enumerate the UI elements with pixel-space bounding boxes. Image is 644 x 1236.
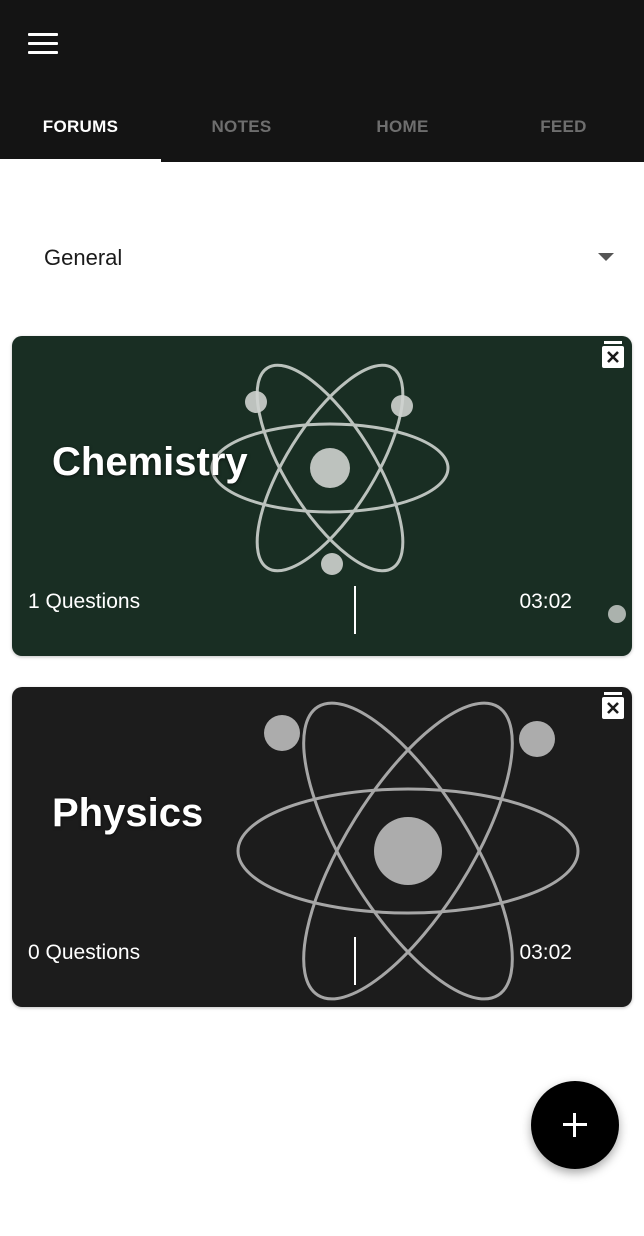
- forum-card-chemistry[interactable]: Chemistry 1 Questions 03:02: [12, 336, 632, 656]
- delete-icon[interactable]: [600, 340, 626, 370]
- tab-label: HOME: [376, 117, 429, 136]
- menu-icon-line-3: [28, 51, 58, 54]
- forum-card-physics[interactable]: Physics 0 Questions 03:02: [12, 687, 632, 1007]
- app-bar: FORUMS NOTES HOME FEED: [0, 0, 644, 162]
- forum-timestamp: 03:02: [519, 941, 572, 964]
- forum-title: Chemistry: [52, 440, 248, 484]
- text-cursor-divider: [354, 586, 356, 634]
- forum-timestamp: 03:02: [519, 590, 572, 613]
- forum-question-count: 0 Questions: [28, 941, 141, 964]
- forum-question-count: 1 Questions: [28, 590, 141, 613]
- tab-label: FEED: [540, 117, 587, 136]
- forum-title: Physics: [52, 791, 204, 835]
- tab-forums[interactable]: FORUMS: [0, 92, 161, 162]
- menu-icon-line-1: [28, 33, 58, 36]
- tab-feed[interactable]: FEED: [483, 92, 644, 162]
- category-dropdown[interactable]: General: [30, 228, 620, 288]
- menu-icon-line-2: [28, 42, 58, 45]
- text-cursor-divider: [354, 937, 356, 985]
- add-forum-button[interactable]: [531, 1081, 619, 1169]
- chevron-down-icon: [598, 253, 614, 261]
- category-dropdown-value: General: [44, 245, 123, 270]
- tab-bar: FORUMS NOTES HOME FEED: [0, 92, 644, 162]
- tab-label: NOTES: [211, 117, 272, 136]
- delete-icon[interactable]: [600, 691, 626, 721]
- tab-home[interactable]: HOME: [322, 92, 483, 162]
- tab-label: FORUMS: [42, 117, 119, 136]
- plus-icon-stroke: [573, 1113, 576, 1137]
- menu-button[interactable]: [20, 26, 66, 62]
- tab-notes[interactable]: NOTES: [161, 92, 322, 162]
